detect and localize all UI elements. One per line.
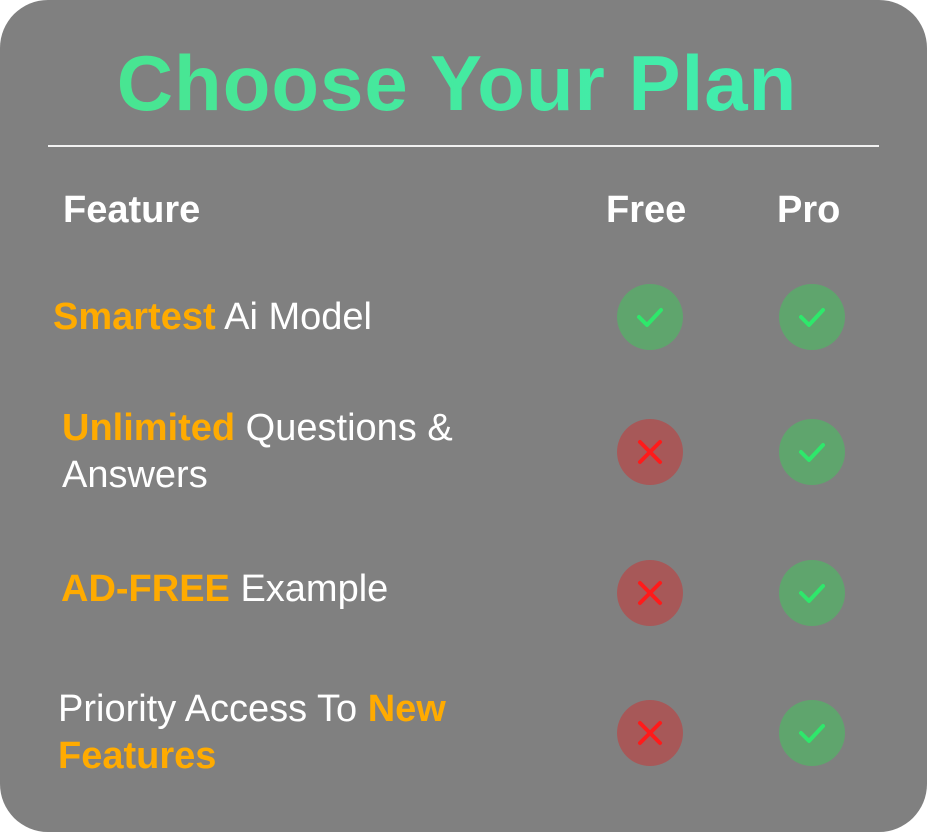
feature-highlight: Smartest	[53, 296, 216, 338]
page-title: Choose Your Plan	[0, 38, 914, 128]
feature-highlight: AD-FREE	[61, 568, 230, 610]
column-header-feature: Feature	[63, 189, 201, 231]
pro-check-icon	[779, 284, 845, 350]
pro-check-icon	[779, 560, 845, 626]
feature-row-smartest-ai-model: Smartest Ai Model	[53, 294, 523, 341]
free-check-icon	[617, 284, 683, 350]
column-header-free: Free	[606, 189, 687, 231]
free-cross-icon	[617, 700, 683, 766]
feature-row-priority-access: Priority Access To New Features	[58, 686, 528, 780]
free-cross-icon	[617, 419, 683, 485]
feature-label: Ai Model	[215, 296, 372, 338]
pro-check-icon	[779, 700, 845, 766]
pro-check-icon	[779, 419, 845, 485]
column-header-pro: Pro	[777, 189, 841, 231]
pricing-card: Choose Your Plan Feature Free Pro Smarte…	[0, 0, 927, 832]
feature-label: Priority Access To	[58, 688, 368, 730]
feature-label: Example	[229, 568, 389, 610]
feature-highlight: Unlimited	[62, 407, 236, 449]
free-cross-icon	[617, 560, 683, 626]
title-divider	[48, 145, 879, 147]
feature-row-unlimited-questions: Unlimited Questions & Answers	[62, 405, 532, 499]
feature-row-ad-free: AD-FREE Example	[61, 566, 531, 613]
